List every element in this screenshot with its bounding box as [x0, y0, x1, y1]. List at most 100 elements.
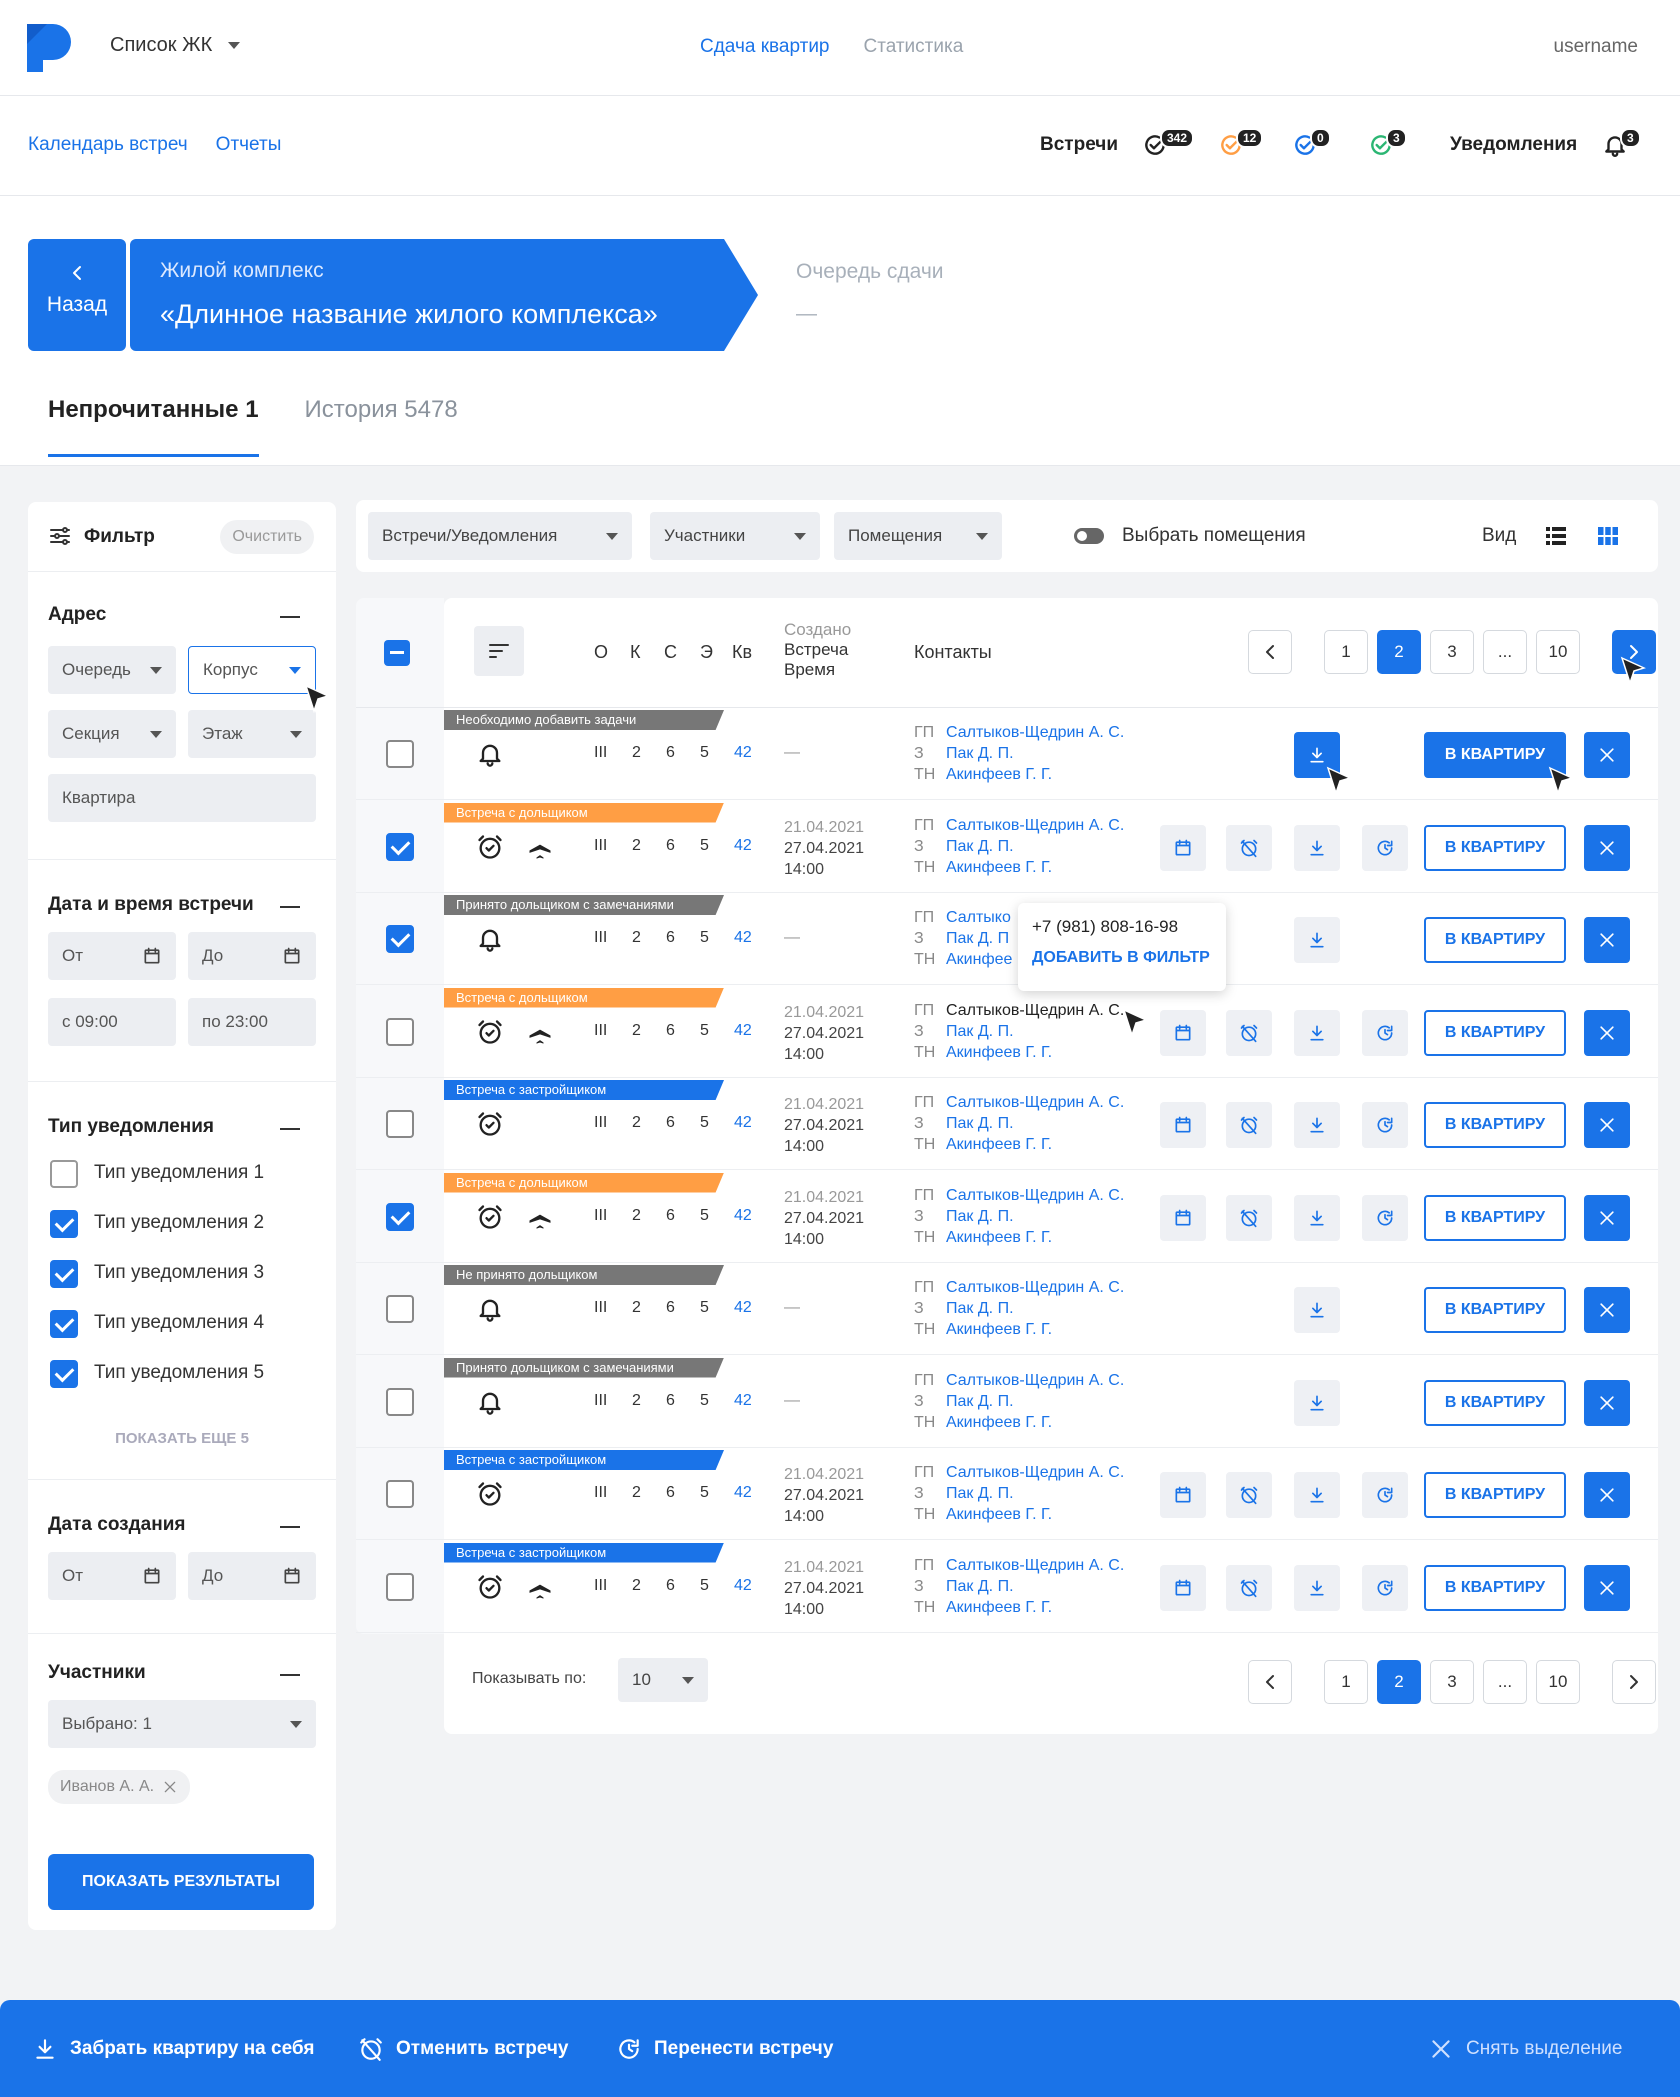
- take-apartment-row-button[interactable]: [1294, 1287, 1340, 1333]
- contact-name[interactable]: Пак Д. П.: [946, 1483, 1014, 1504]
- show-more-button[interactable]: ПОКАЗАТЬ ЕЩЕ 5: [28, 1430, 336, 1447]
- cell-kv[interactable]: 42: [734, 1299, 752, 1317]
- dismiss-row-button[interactable]: [1584, 1194, 1630, 1241]
- contact-name[interactable]: Пак Д. П.: [946, 1021, 1014, 1042]
- to-apartment-button[interactable]: В КВАРТИРУ: [1424, 1564, 1566, 1611]
- contact-name[interactable]: Салтыков-Щедрин А. С.: [946, 722, 1124, 743]
- collapse-icon[interactable]: [280, 1674, 300, 1676]
- reports-link[interactable]: Отчеты: [216, 134, 282, 156]
- premises-select[interactable]: Помещения: [834, 512, 1002, 560]
- prev-page-button[interactable]: [1248, 1660, 1292, 1704]
- meeting-calendar-button[interactable]: [1160, 1194, 1206, 1241]
- collapse-icon[interactable]: [280, 1128, 300, 1130]
- page-button[interactable]: 10: [1536, 1660, 1580, 1704]
- notification-type-checkbox[interactable]: [50, 1360, 78, 1388]
- dismiss-row-button[interactable]: [1584, 1379, 1630, 1426]
- nav-statistics[interactable]: Статистика: [864, 36, 964, 58]
- clear-filter-button[interactable]: Очистить: [220, 520, 314, 554]
- cancel-meeting-button[interactable]: Отменить встречу: [358, 2036, 569, 2062]
- notification-type-checkbox[interactable]: [50, 1160, 78, 1188]
- contact-name[interactable]: Пак Д. П: [946, 928, 1009, 949]
- row-checkbox[interactable]: [386, 1572, 414, 1601]
- cell-kv[interactable]: 42: [734, 1114, 752, 1132]
- cancel-meeting-row-button[interactable]: [1226, 824, 1272, 871]
- contact-name[interactable]: Салтыков-Щедрин А. С.: [946, 1185, 1124, 1206]
- take-apartment-row-button[interactable]: [1294, 1194, 1340, 1241]
- per-page-select[interactable]: 10: [618, 1658, 708, 1702]
- take-apartment-button[interactable]: Забрать квартиру на себя: [32, 2036, 314, 2062]
- floor-select[interactable]: Этаж: [188, 710, 316, 758]
- row-checkbox[interactable]: [386, 740, 414, 768]
- contact-name[interactable]: Салтыков-Щедрин А. С.: [946, 1092, 1124, 1113]
- take-apartment-row-button[interactable]: [1294, 824, 1340, 871]
- meeting-calendar-button[interactable]: [1160, 1102, 1206, 1148]
- reschedule-row-button[interactable]: [1362, 824, 1408, 871]
- row-checkbox[interactable]: [386, 1480, 414, 1508]
- page-button[interactable]: 10: [1536, 630, 1580, 674]
- to-apartment-button[interactable]: В КВАРТИРУ: [1424, 824, 1566, 871]
- nav-apartment-handover[interactable]: Сдача квартир: [700, 36, 830, 58]
- dismiss-row-button[interactable]: [1584, 1564, 1630, 1611]
- next-page-button[interactable]: [1612, 1660, 1656, 1704]
- to-apartment-button[interactable]: В КВАРТИРУ: [1424, 1379, 1566, 1426]
- row-checkbox[interactable]: [386, 1110, 414, 1138]
- contact-name[interactable]: Акинфеев Г. Г.: [946, 1319, 1052, 1340]
- created-date-from[interactable]: От: [48, 1552, 176, 1600]
- meeting-date-to[interactable]: До: [188, 932, 316, 980]
- username[interactable]: username: [1554, 36, 1639, 58]
- apartment-input[interactable]: Квартира: [48, 774, 316, 822]
- contact-name[interactable]: Салтыков-Щедрин А. С.: [946, 815, 1124, 836]
- cell-kv[interactable]: 42: [734, 1484, 752, 1502]
- select-all-checkbox[interactable]: [384, 640, 410, 666]
- contact-name[interactable]: Салтыков-Щедрин А. С.: [946, 1277, 1124, 1298]
- contact-name[interactable]: Салтыко: [946, 907, 1011, 928]
- contact-name[interactable]: Акинфеев Г. Г.: [946, 1042, 1052, 1063]
- to-apartment-button[interactable]: В КВАРТИРУ: [1424, 1194, 1566, 1241]
- sort-button[interactable]: [474, 626, 524, 676]
- close-icon[interactable]: [162, 1779, 178, 1795]
- page-button[interactable]: ...: [1483, 630, 1527, 674]
- meeting-counter-3[interactable]: 3: [1366, 128, 1407, 160]
- contact-name[interactable]: Салтыков-Щедрин А. С.: [946, 1555, 1124, 1576]
- dismiss-row-button[interactable]: [1584, 824, 1630, 871]
- contact-name[interactable]: Акинфеев Г. Г.: [946, 1134, 1052, 1155]
- time-from-input[interactable]: с 09:00: [48, 998, 176, 1046]
- to-apartment-button[interactable]: В КВАРТИРУ: [1424, 732, 1566, 778]
- cell-kv[interactable]: 42: [734, 744, 752, 762]
- contact-name[interactable]: Пак Д. П.: [946, 1391, 1014, 1412]
- to-apartment-button[interactable]: В КВАРТИРУ: [1424, 1287, 1566, 1333]
- dismiss-row-button[interactable]: [1584, 732, 1630, 778]
- page-button[interactable]: ...: [1483, 1660, 1527, 1704]
- contact-name[interactable]: Акинфеев Г. Г.: [946, 1412, 1052, 1433]
- notification-type-checkbox[interactable]: [50, 1260, 78, 1288]
- cancel-meeting-row-button[interactable]: [1226, 1009, 1272, 1056]
- take-apartment-row-button[interactable]: [1294, 1102, 1340, 1148]
- contact-name[interactable]: Пак Д. П.: [946, 1206, 1014, 1227]
- contact-name[interactable]: Пак Д. П.: [946, 743, 1014, 764]
- collapse-icon[interactable]: [280, 906, 300, 908]
- reschedule-row-button[interactable]: [1362, 1472, 1408, 1518]
- participants-filter-select[interactable]: Участники: [650, 512, 820, 560]
- to-apartment-button[interactable]: В КВАРТИРУ: [1424, 1009, 1566, 1056]
- contact-name[interactable]: Акинфеев Г. Г.: [946, 1227, 1052, 1248]
- meeting-calendar-button[interactable]: [1160, 1564, 1206, 1611]
- contact-name[interactable]: Акинфеев Г. Г.: [946, 1504, 1052, 1525]
- collapse-icon[interactable]: [280, 1526, 300, 1528]
- grid-view-icon[interactable]: [1596, 524, 1620, 548]
- take-apartment-row-button[interactable]: [1294, 1009, 1340, 1056]
- contact-name[interactable]: Пак Д. П.: [946, 1576, 1014, 1597]
- meeting-counter-2[interactable]: 0: [1290, 128, 1331, 160]
- cancel-meeting-row-button[interactable]: [1226, 1472, 1272, 1518]
- take-apartment-row-button[interactable]: [1294, 1472, 1340, 1518]
- reschedule-row-button[interactable]: [1362, 1102, 1408, 1148]
- notification-type-checkbox[interactable]: [50, 1210, 78, 1238]
- take-apartment-row-button[interactable]: [1294, 917, 1340, 963]
- deselect-button[interactable]: Снять выделение: [1428, 2036, 1622, 2062]
- dismiss-row-button[interactable]: [1584, 1472, 1630, 1518]
- collapse-icon[interactable]: [280, 616, 300, 618]
- tab-unread[interactable]: Непрочитанные 1: [48, 396, 259, 457]
- contact-name[interactable]: Акинфеев Г. Г.: [946, 857, 1052, 878]
- cell-kv[interactable]: 42: [734, 929, 752, 947]
- row-checkbox[interactable]: [386, 1295, 414, 1323]
- row-checkbox[interactable]: [386, 832, 414, 861]
